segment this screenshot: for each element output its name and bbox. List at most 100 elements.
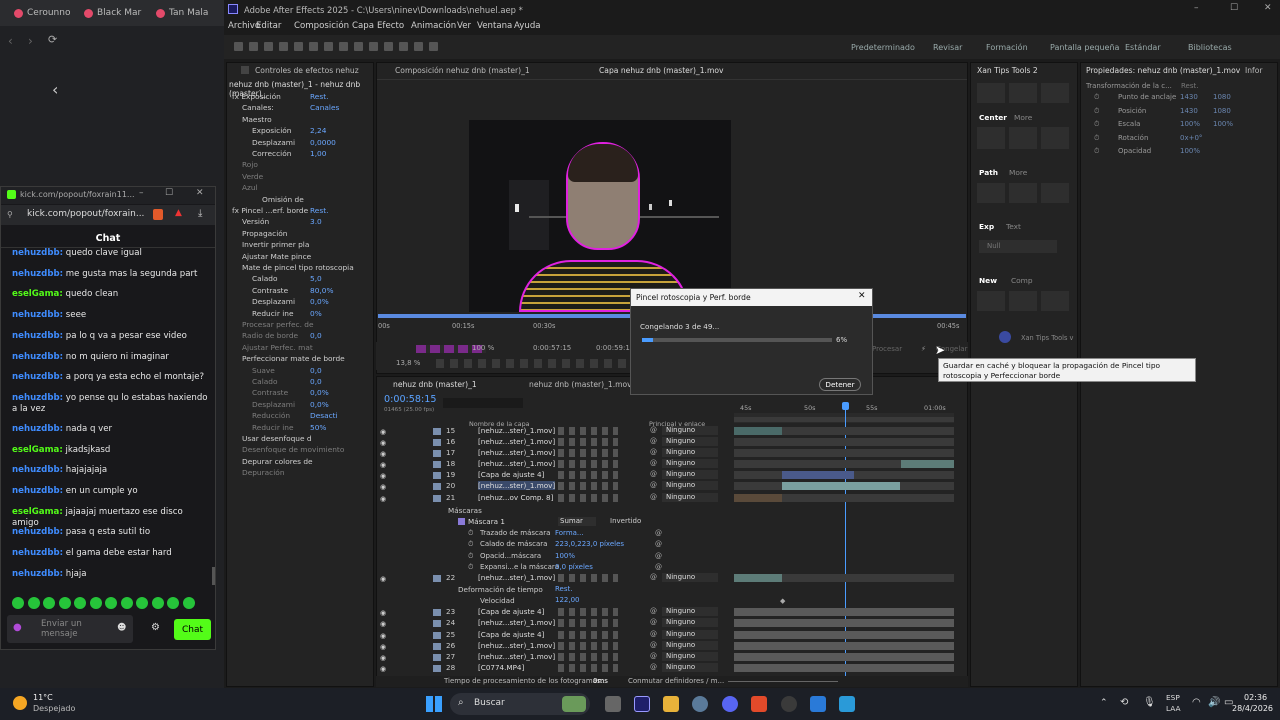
layer-color-label[interactable]: [433, 575, 441, 582]
time-warp-effect[interactable]: Deformación de tiempo: [458, 585, 543, 594]
forward-arrow-icon[interactable]: ›: [28, 34, 33, 48]
tool-icon[interactable]: [264, 42, 273, 51]
effect-value[interactable]: 1,00: [310, 149, 326, 158]
effect-property[interactable]: Ajustar Mate pince: [242, 252, 311, 261]
chat-username[interactable]: nehuzdbb:: [12, 486, 63, 496]
emote-icon[interactable]: [120, 597, 133, 609]
workspace-tab[interactable]: Estándar: [1125, 43, 1161, 52]
tips-text-label[interactable]: Text: [1006, 222, 1021, 231]
tab-layer[interactable]: Capa nehuz dnb (master)_1.mov: [599, 66, 724, 75]
layer-switches[interactable]: [558, 631, 618, 639]
pickwhip-icon[interactable]: @: [650, 630, 657, 638]
layer-name[interactable]: [nehuz...ster)_1.mov]: [478, 437, 555, 446]
visibility-eye-icon[interactable]: ◉: [380, 439, 386, 447]
effect-property[interactable]: Desplazami 0,0%: [252, 400, 329, 409]
stopwatch-icon[interactable]: ⏱: [468, 540, 473, 549]
layer-switches[interactable]: [558, 427, 618, 435]
language-indicator[interactable]: ESP: [1166, 693, 1180, 702]
effect-property[interactable]: Propagación: [242, 229, 288, 238]
close-icon[interactable]: ✕: [858, 291, 866, 301]
layer-duration-bar[interactable]: [734, 494, 782, 502]
effect-property[interactable]: Omisión de: [262, 195, 304, 204]
effect-property[interactable]: Reducir ine 0%: [252, 309, 322, 318]
effect-property[interactable]: Depuración: [242, 468, 285, 477]
workspace-tab[interactable]: Bibliotecas: [1188, 43, 1232, 52]
layer-switches[interactable]: [558, 664, 618, 672]
effect-property[interactable]: Calado 0,0: [252, 377, 322, 386]
emote-icon[interactable]: [43, 597, 55, 609]
menu-item[interactable]: Ver: [457, 21, 471, 31]
effect-property[interactable]: Rojo: [242, 160, 258, 169]
workspace-tab[interactable]: Revisar: [933, 43, 962, 52]
layer-name[interactable]: [nehuz...ster)_1.mov]: [478, 573, 555, 582]
effect-property[interactable]: fx Pincel ...erf. borde Rest.: [232, 206, 328, 215]
tips-more-1[interactable]: More: [1014, 113, 1032, 122]
layer-switches[interactable]: [558, 471, 618, 479]
layer-switches[interactable]: [558, 574, 618, 582]
layer-color-label[interactable]: [433, 450, 441, 457]
expression-pickwhip-icon[interactable]: @: [655, 540, 662, 548]
layer-switches[interactable]: [558, 438, 618, 446]
layer-color-label[interactable]: [433, 620, 441, 627]
reload-icon[interactable]: ⟳: [48, 33, 57, 46]
layer-name[interactable]: [nehuz...ster)_1.mov]: [478, 481, 556, 490]
site-info-icon[interactable]: ⚲: [7, 210, 13, 219]
emote-icon[interactable]: [182, 597, 195, 609]
layer-name[interactable]: [Capa de ajuste 4]: [478, 607, 544, 616]
tips-comp-label[interactable]: Comp: [1011, 276, 1033, 285]
browser-tab[interactable]: Tan Mala: [156, 5, 208, 21]
menu-item[interactable]: Animación: [411, 21, 456, 31]
keyframe-icon[interactable]: ◆: [780, 597, 785, 605]
layer-duration-bar[interactable]: [901, 460, 954, 468]
popup-url[interactable]: kick.com/popout/foxrain...: [27, 209, 144, 219]
visibility-eye-icon[interactable]: ◉: [380, 495, 386, 503]
keyboard-layout[interactable]: LAA: [1166, 704, 1181, 713]
viewer-magnification[interactable]: 13,8 %: [396, 359, 420, 367]
minimize-icon[interactable]: –: [139, 188, 144, 198]
layer-name[interactable]: [nehuz...ster)_1.mov]: [478, 459, 555, 468]
transform-value-1[interactable]: 1430: [1180, 93, 1198, 101]
chat-username[interactable]: nehuzdbb:: [12, 310, 63, 320]
workspace-tab[interactable]: Formación: [986, 43, 1028, 52]
effect-value[interactable]: 0,0%: [310, 400, 329, 409]
layer-name[interactable]: [Capa de ajuste 4]: [478, 470, 544, 479]
visibility-eye-icon[interactable]: ◉: [380, 472, 386, 480]
tool-icon[interactable]: [414, 42, 423, 51]
chat-username[interactable]: nehuzdbb:: [12, 527, 63, 537]
tab-properties[interactable]: Propiedades: nehuz dnb (master)_1.mov: [1086, 66, 1240, 75]
current-timecode[interactable]: 0:00:58:15: [384, 394, 436, 405]
weather-desc[interactable]: Despejado: [33, 704, 75, 713]
emote-icon[interactable]: [27, 597, 40, 609]
chat-input[interactable]: ● Enviar un mensaje ☻: [7, 615, 133, 643]
timeline-work-area[interactable]: [734, 417, 954, 422]
tips-path-buttons[interactable]: [977, 183, 1073, 203]
effect-property[interactable]: Verde: [242, 172, 263, 181]
chat-username[interactable]: nehuzdbb:: [12, 569, 63, 579]
rewards-icon[interactable]: ▲: [175, 208, 182, 218]
tool-icon[interactable]: [234, 42, 243, 51]
effect-value[interactable]: 0,0000: [310, 138, 336, 147]
discord-icon[interactable]: [722, 696, 738, 712]
effect-value[interactable]: 0,0: [310, 331, 322, 340]
pickwhip-icon[interactable]: @: [650, 573, 657, 581]
parent-dropdown[interactable]: Ninguno: [662, 663, 718, 672]
workspace-tab[interactable]: Pantalla pequeña: [1050, 43, 1119, 52]
chat-username[interactable]: nehuzdbb:: [12, 465, 63, 475]
tab-timeline-main[interactable]: nehuz dnb (master)_1: [393, 380, 477, 389]
menu-item[interactable]: Efecto: [377, 21, 404, 31]
layer-name[interactable]: [nehuz...ov Comp. 8]: [478, 493, 553, 502]
stopwatch-icon[interactable]: ⏱: [1094, 120, 1099, 129]
weather-temp[interactable]: 11°C: [33, 693, 53, 702]
parent-dropdown[interactable]: Ninguno: [662, 652, 718, 661]
panel-lock-icon[interactable]: [241, 66, 249, 74]
effect-property[interactable]: Azul: [242, 183, 258, 192]
maximize-icon[interactable]: ☐: [165, 188, 173, 198]
tool-icon[interactable]: [309, 42, 318, 51]
layer-duration-bar[interactable]: [782, 471, 854, 479]
visibility-eye-icon[interactable]: ◉: [380, 428, 386, 436]
effect-property[interactable]: Contraste 80,0%: [252, 286, 333, 295]
layer-switches[interactable]: [558, 608, 618, 616]
visibility-eye-icon[interactable]: ◉: [380, 609, 386, 617]
tool-icon[interactable]: [339, 42, 348, 51]
layer-color-label[interactable]: [433, 609, 441, 616]
